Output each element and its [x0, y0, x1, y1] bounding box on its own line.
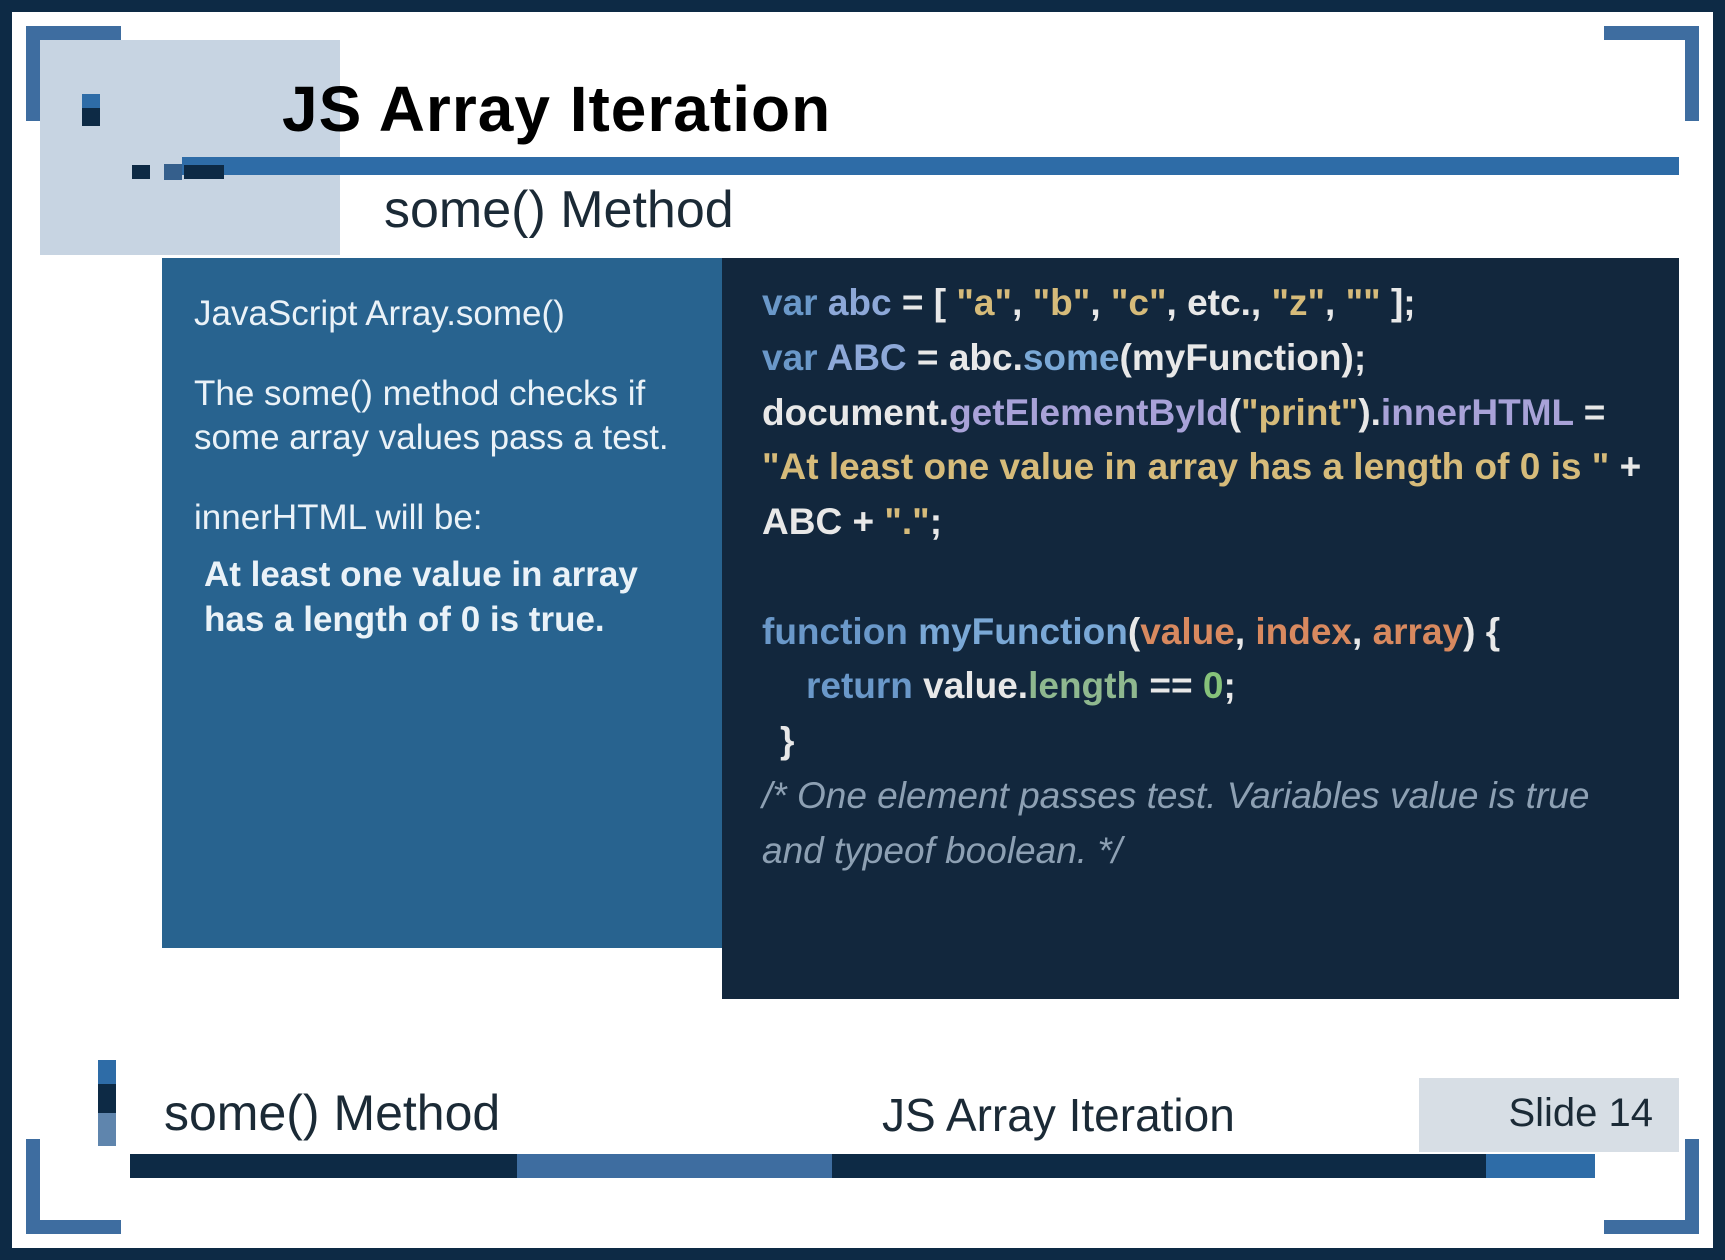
decoration-icon	[98, 1060, 116, 1146]
output-label: innerHTML will be:	[194, 498, 692, 538]
code-blank-line	[762, 550, 1649, 605]
description-panel: JavaScript Array.some() The some() metho…	[162, 258, 722, 948]
corner-bracket-icon	[26, 1139, 121, 1234]
code-line: document.getElementById("print").innerHT…	[762, 386, 1649, 441]
corner-bracket-icon	[1604, 1139, 1699, 1234]
output-value: At least one value in array has a length…	[194, 552, 692, 643]
code-panel: var abc = [ "a", "b", "c", etc., "z", ""…	[722, 258, 1679, 999]
decoration-icon	[82, 94, 100, 126]
footer-rule	[130, 1154, 1595, 1178]
slide-title: JS Array Iteration	[282, 72, 831, 146]
corner-bracket-icon	[1604, 26, 1699, 121]
code-comment: /* One element passes test. Variables va…	[762, 769, 1649, 879]
code-line: "At least one value in array has a lengt…	[762, 440, 1649, 495]
footer-title: JS Array Iteration	[882, 1088, 1235, 1142]
description-heading: JavaScript Array.some()	[194, 294, 692, 334]
code-line: return value.length == 0;	[762, 659, 1649, 714]
code-line: ABC + ".";	[762, 495, 1649, 550]
decoration-icon	[132, 165, 292, 179]
code-line: var ABC = abc.some(myFunction);	[762, 331, 1649, 386]
slide-number: Slide 14	[1508, 1091, 1653, 1136]
header-rule	[182, 157, 1679, 175]
code-line: function myFunction(value, index, array)…	[762, 605, 1649, 660]
code-line: var abc = [ "a", "b", "c", etc., "z", ""…	[762, 276, 1649, 331]
slide-subtitle: some() Method	[384, 180, 734, 240]
description-text: The some() method checks if some array v…	[194, 372, 692, 460]
code-line: }	[762, 714, 1649, 769]
footer-subtitle: some() Method	[164, 1084, 500, 1142]
slide: JS Array Iteration some() Method JavaScr…	[0, 0, 1725, 1260]
